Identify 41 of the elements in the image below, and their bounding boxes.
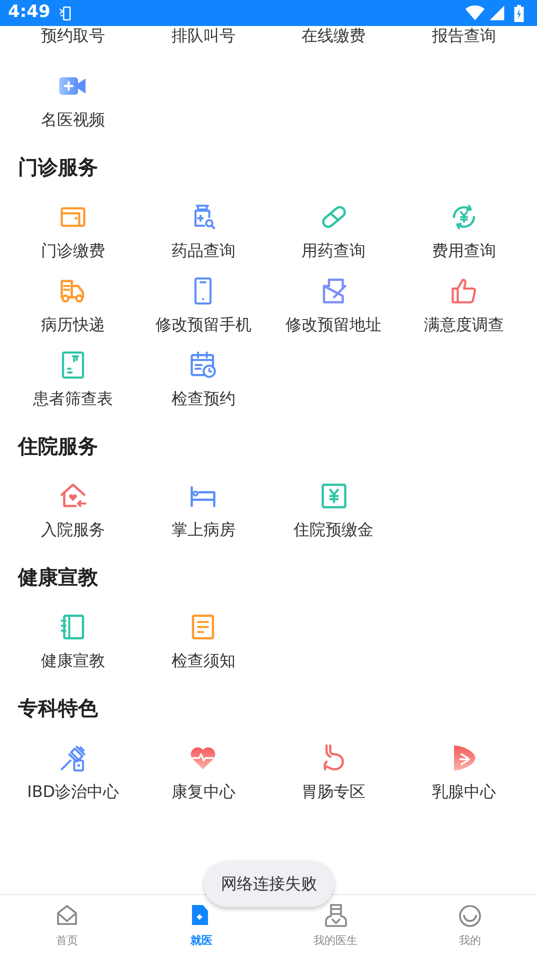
smiley-icon: [456, 903, 483, 929]
signal-icon: [489, 5, 505, 21]
service-item[interactable]: 预约取号: [8, 26, 138, 71]
service-link[interactable]: 康复中心: [171, 783, 236, 801]
service-link[interactable]: 检查须知: [171, 652, 236, 670]
service-link[interactable]: 掌上病房: [171, 521, 236, 539]
service-item[interactable]: 在线缴费: [268, 26, 399, 71]
service-link[interactable]: 用药查询: [302, 242, 366, 260]
service-link[interactable]: 乳腺中心: [432, 783, 496, 801]
service-item[interactable]: 报告查询: [398, 26, 529, 71]
service-link[interactable]: 费用查询: [432, 242, 496, 260]
thumbs-up-icon: [448, 276, 479, 306]
status-time: 4:49: [8, 1, 50, 24]
service-link[interactable]: 门诊缴费: [41, 242, 106, 260]
service-link[interactable]: 满意度调查: [424, 316, 504, 334]
toast-message: 网络连接失败: [204, 861, 334, 907]
section-title: 专科特色: [18, 696, 99, 720]
service-link[interactable]: 住院预缴金: [294, 521, 374, 539]
service-item[interactable]: 排队叫号: [138, 26, 268, 71]
service-link[interactable]: 药品查询: [171, 242, 236, 260]
service-link[interactable]: 名医视频: [41, 111, 106, 129]
wifi-icon: [465, 5, 485, 21]
tab[interactable]: 首页: [0, 895, 134, 956]
syringe-icon: [58, 743, 88, 773]
service-link[interactable]: 病历快递: [41, 316, 106, 334]
service-link[interactable]: 入院服务: [41, 521, 106, 539]
service-link[interactable]: 修改预留地址: [286, 316, 382, 334]
section-title: 住院服务: [18, 434, 99, 458]
doctor-icon: [322, 903, 349, 929]
service-link[interactable]: 健康宣教: [41, 652, 106, 670]
service-link[interactable]: 检查预约: [171, 390, 236, 408]
yuan-bill-icon: [318, 481, 349, 511]
section-title: 门诊服务: [18, 155, 99, 179]
section-title: 健康宣教: [18, 565, 99, 589]
battery-charging-icon: [513, 4, 525, 22]
tab[interactable]: 我的: [402, 895, 537, 956]
service-link[interactable]: 胃肠专区: [302, 783, 366, 801]
service-link[interactable]: 患者筛查表: [33, 390, 114, 408]
calendar-clock-icon: [188, 350, 218, 380]
service-link[interactable]: 修改预留手机: [155, 316, 252, 334]
service-link[interactable]: IBD诊治中心: [27, 783, 120, 801]
